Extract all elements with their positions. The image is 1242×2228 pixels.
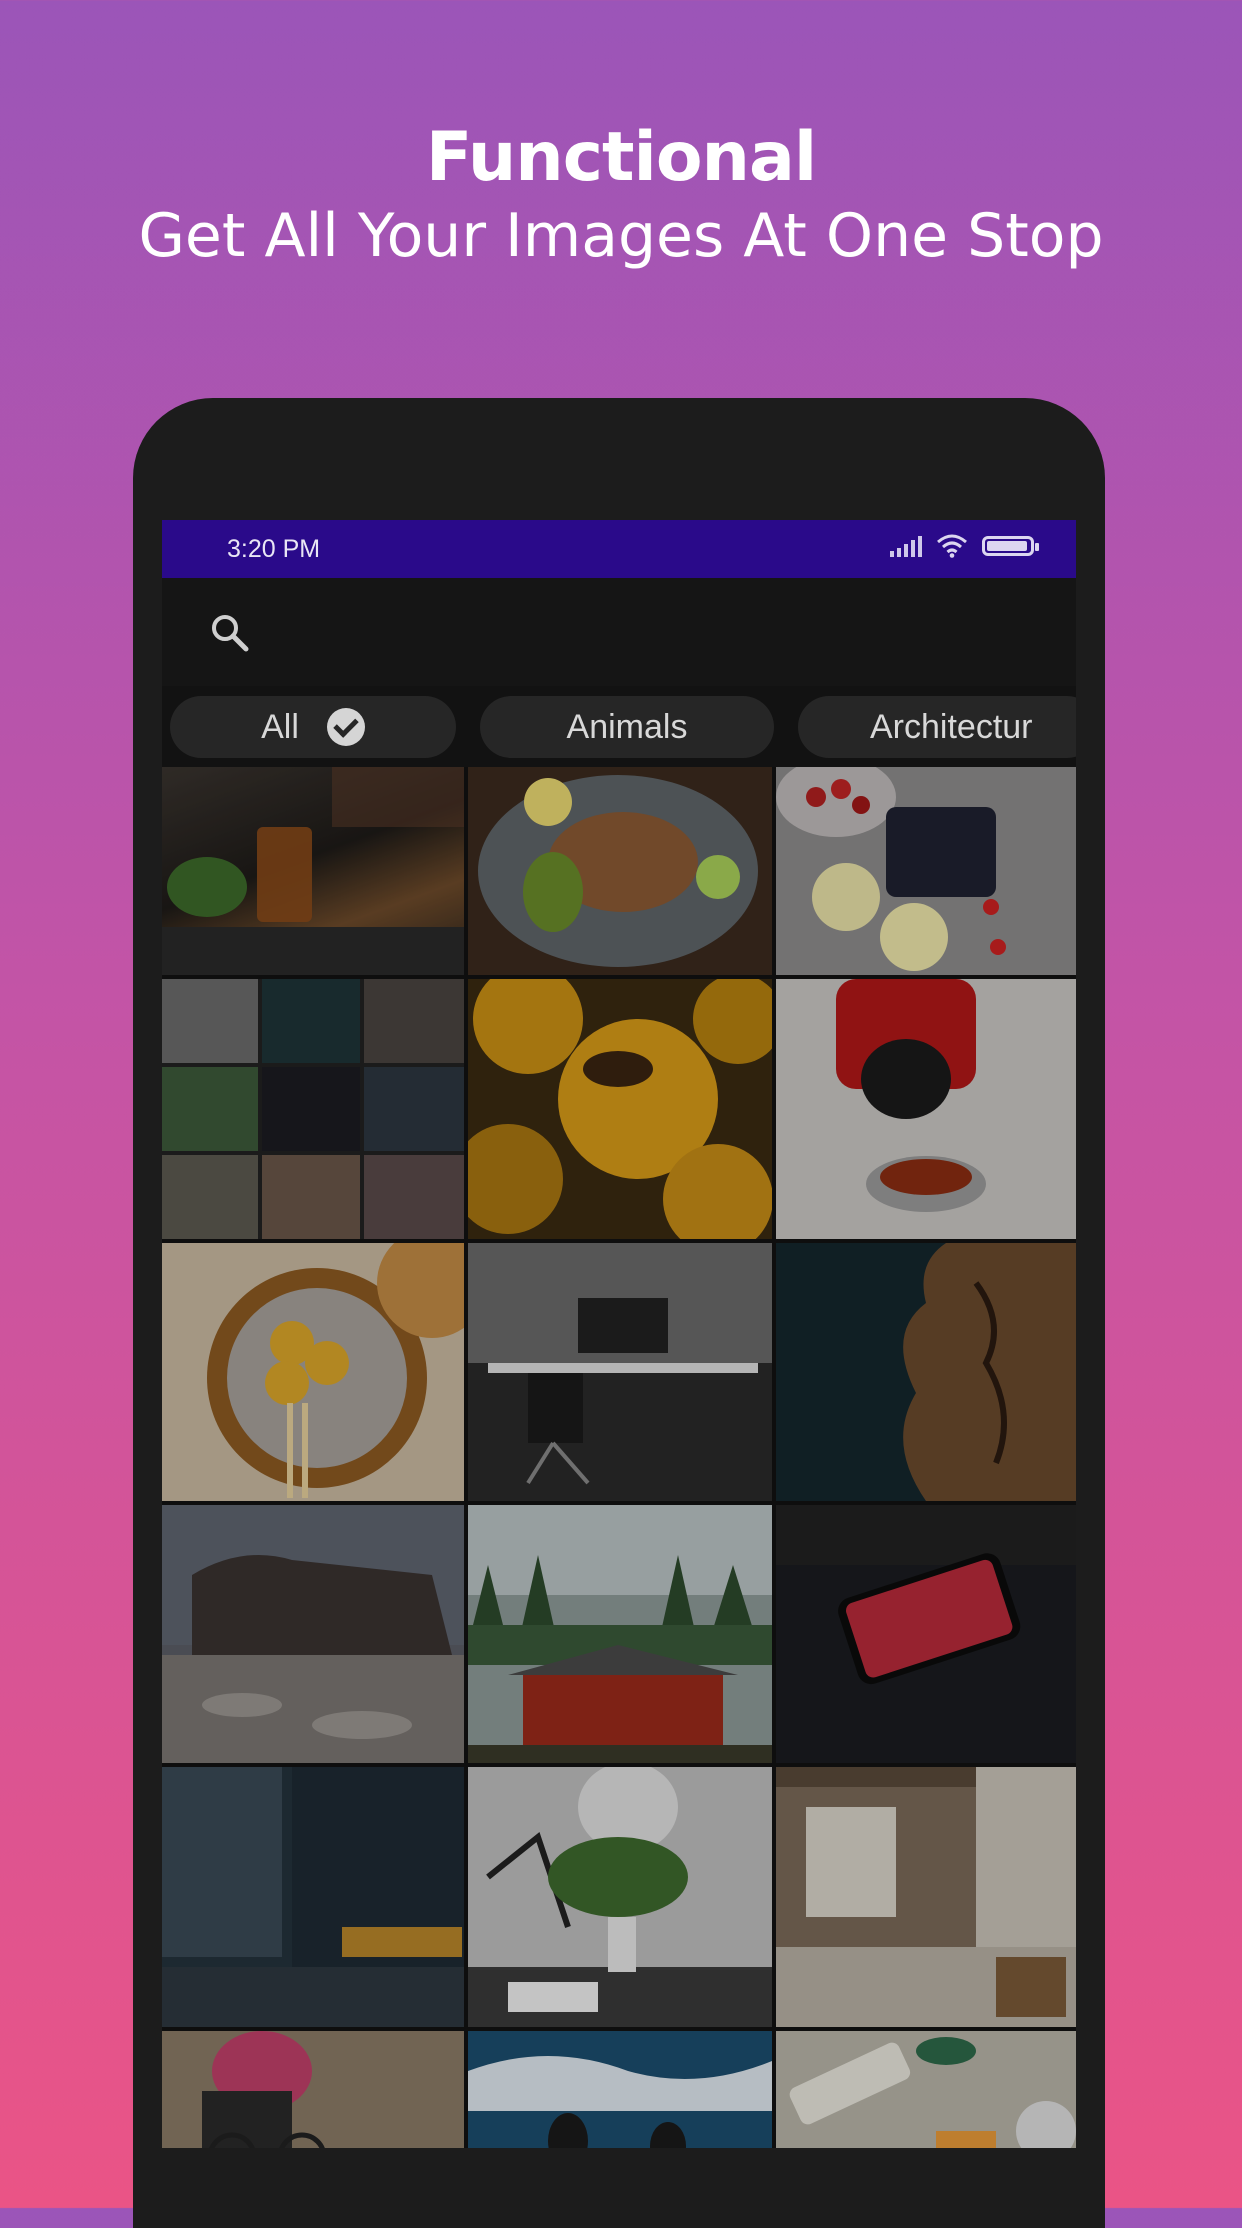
image-tile-grilled-chicken-plate[interactable]: [468, 767, 772, 975]
promo-subtitle: Get All Your Images At One Stop: [138, 201, 1104, 271]
image-tile-kitchen-interior[interactable]: [776, 1767, 1076, 2027]
image-tile-collage-thumbnails[interactable]: [162, 979, 464, 1239]
fruit-image: [776, 767, 1006, 971]
kitchen-image: [776, 1767, 1076, 2027]
wifi-icon: [937, 534, 967, 558]
status-time: 3:20 PM: [227, 535, 321, 563]
image-tile-dog-in-red-shirt[interactable]: [776, 979, 1076, 1239]
signal-icon: [890, 535, 922, 557]
lamp-image: [468, 1767, 772, 2027]
image-tile-tree-bark-closeup[interactable]: [776, 1243, 1076, 1501]
category-chips: All Animals Architectur: [162, 688, 1076, 766]
chip-label: Animals: [566, 707, 688, 746]
image-tile-bee-on-yellow-flowers[interactable]: [468, 979, 772, 1239]
drink-image: [162, 767, 464, 975]
bark-image: [903, 1243, 1076, 1501]
chip-label: All: [261, 707, 299, 746]
check-icon: [326, 708, 365, 746]
promo-headline: Functional Get All Your Images At One St…: [0, 118, 1242, 274]
colosseum-image: [162, 1505, 464, 1763]
chip-label: Architectur: [870, 707, 1033, 746]
image-tile-desk-lamp-plant[interactable]: [468, 1767, 772, 2027]
skincare-image: [789, 2037, 1076, 2148]
image-tile-drink-on-tray[interactable]: [162, 767, 464, 975]
search-icon[interactable]: [208, 611, 252, 655]
temple-image: [468, 1505, 772, 1763]
chip-all[interactable]: All: [170, 696, 456, 758]
phone-image: [776, 1505, 1076, 1685]
image-tile-strawberries-blueberries[interactable]: [776, 767, 1076, 975]
image-tile-city-buildings[interactable]: [162, 1767, 464, 2027]
image-tile-cyclist[interactable]: [162, 2031, 464, 2148]
image-tile-smartphone-on-keyboard[interactable]: [776, 1505, 1076, 1763]
image-tile-dumplings-basket[interactable]: [162, 1243, 464, 1501]
image-grid: [162, 767, 1076, 2148]
desk-image: [468, 1243, 772, 1485]
surf-image: [468, 2056, 772, 2148]
image-tile-japanese-temple[interactable]: [468, 1505, 772, 1763]
flowers-image: [468, 979, 772, 1239]
chip-architecture[interactable]: Architectur: [798, 696, 1076, 758]
dumplings-image: [162, 1243, 464, 1501]
status-bar: 3:20 PM: [162, 520, 1076, 578]
battery-icon: [982, 536, 1039, 556]
app-screen: 3:20 PM All Animals Architectur: [162, 520, 1076, 2148]
city-image: [162, 1767, 464, 2027]
chicken-image: [478, 775, 758, 967]
dog-image: [836, 979, 986, 1212]
image-tile-desk-workspace[interactable]: [468, 1243, 772, 1501]
image-tile-colosseum[interactable]: [162, 1505, 464, 1763]
image-tile-skincare-products[interactable]: [776, 2031, 1076, 2148]
cyclist-image: [202, 2031, 325, 2148]
promo-title: Functional: [425, 118, 817, 197]
image-tile-surfers-waves[interactable]: [468, 2031, 772, 2148]
search-bar[interactable]: [162, 578, 1076, 686]
chip-animals[interactable]: Animals: [480, 696, 774, 758]
